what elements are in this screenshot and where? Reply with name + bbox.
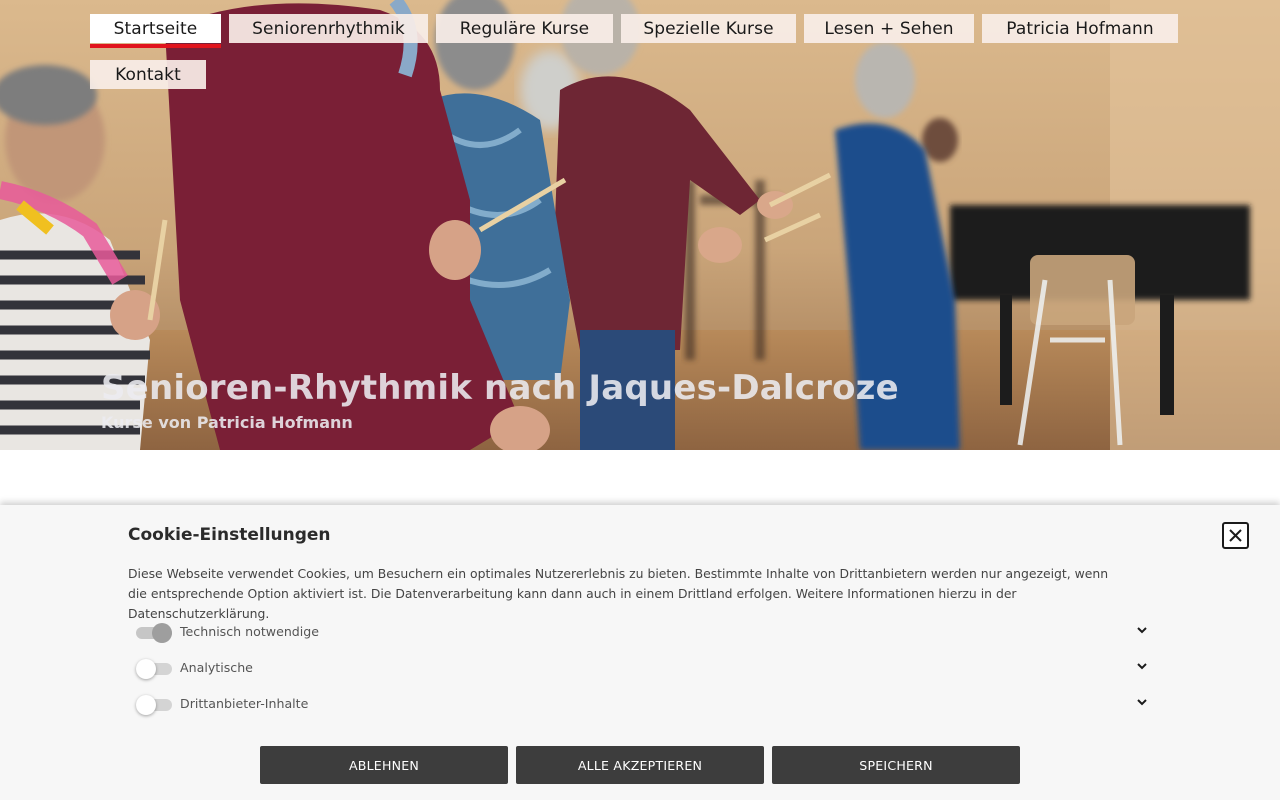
nav-item-label: Patricia Hofmann	[1006, 18, 1154, 39]
cookie-option-technisch: Technisch notwendige	[136, 622, 1152, 644]
nav-item-kontakt[interactable]: Kontakt	[90, 60, 206, 89]
toggle-knob	[136, 659, 156, 679]
drittanbieter-inhalte-toggle[interactable]	[136, 695, 172, 715]
nav-item-patricia-hofmann[interactable]: Patricia Hofmann	[982, 14, 1178, 43]
nav-item-regulaere-kurse[interactable]: Reguläre Kurse	[436, 14, 613, 43]
cookie-option-label: Analytische	[180, 660, 253, 675]
nav-item-label: Kontakt	[115, 64, 181, 85]
hero-subtitle: Kurse von Patricia Hofmann	[101, 413, 353, 432]
hero-title: Senioren-Rhythmik nach Jaques-Dalcroze	[101, 368, 899, 408]
cookie-option-label: Drittanbieter-Inhalte	[180, 696, 309, 711]
close-icon	[1229, 529, 1242, 542]
nav-item-label: Reguläre Kurse	[459, 18, 590, 39]
cookie-title: Cookie-Einstellungen	[128, 525, 331, 545]
active-nav-underline	[90, 44, 221, 48]
cookie-option-drittanbieter: Drittanbieter-Inhalte	[136, 694, 1152, 716]
chevron-down-icon[interactable]	[1136, 626, 1148, 636]
toggle-knob	[152, 623, 172, 643]
nav-item-label: Startseite	[113, 18, 198, 39]
chevron-down-icon[interactable]	[1136, 662, 1148, 672]
accept-all-button[interactable]: ALLE AKZEPTIEREN	[516, 746, 764, 784]
nav-item-seniorenrhythmik[interactable]: Seniorenrhythmik	[229, 14, 428, 43]
cookie-description: Diese Webseite verwendet Cookies, um Bes…	[128, 566, 1109, 621]
toggle-knob	[136, 695, 156, 715]
nav-item-label: Lesen + Sehen	[824, 18, 954, 39]
nav-item-lesen-sehen[interactable]: Lesen + Sehen	[804, 14, 974, 43]
nav-item-spezielle-kurse[interactable]: Spezielle Kurse	[621, 14, 796, 43]
cookie-settings-panel: Cookie-Einstellungen Diese Webseite verw…	[0, 505, 1280, 800]
analytische-toggle[interactable]	[136, 659, 172, 679]
cookie-option-analytische: Analytische	[136, 658, 1152, 680]
save-button[interactable]: SPEICHERN	[772, 746, 1020, 784]
cookie-close-button[interactable]	[1222, 522, 1249, 549]
reject-button[interactable]: ABLEHNEN	[260, 746, 508, 784]
nav-item-label: Seniorenrhythmik	[252, 18, 405, 39]
hero-banner: Startseite Seniorenrhythmik Reguläre Kur…	[0, 0, 1280, 450]
chevron-down-icon[interactable]	[1136, 698, 1148, 708]
cookie-option-label: Technisch notwendige	[180, 624, 320, 639]
nav-item-label: Spezielle Kurse	[643, 18, 774, 39]
technisch-notwendige-toggle[interactable]	[136, 623, 172, 643]
nav-item-startseite[interactable]: Startseite	[90, 14, 221, 48]
